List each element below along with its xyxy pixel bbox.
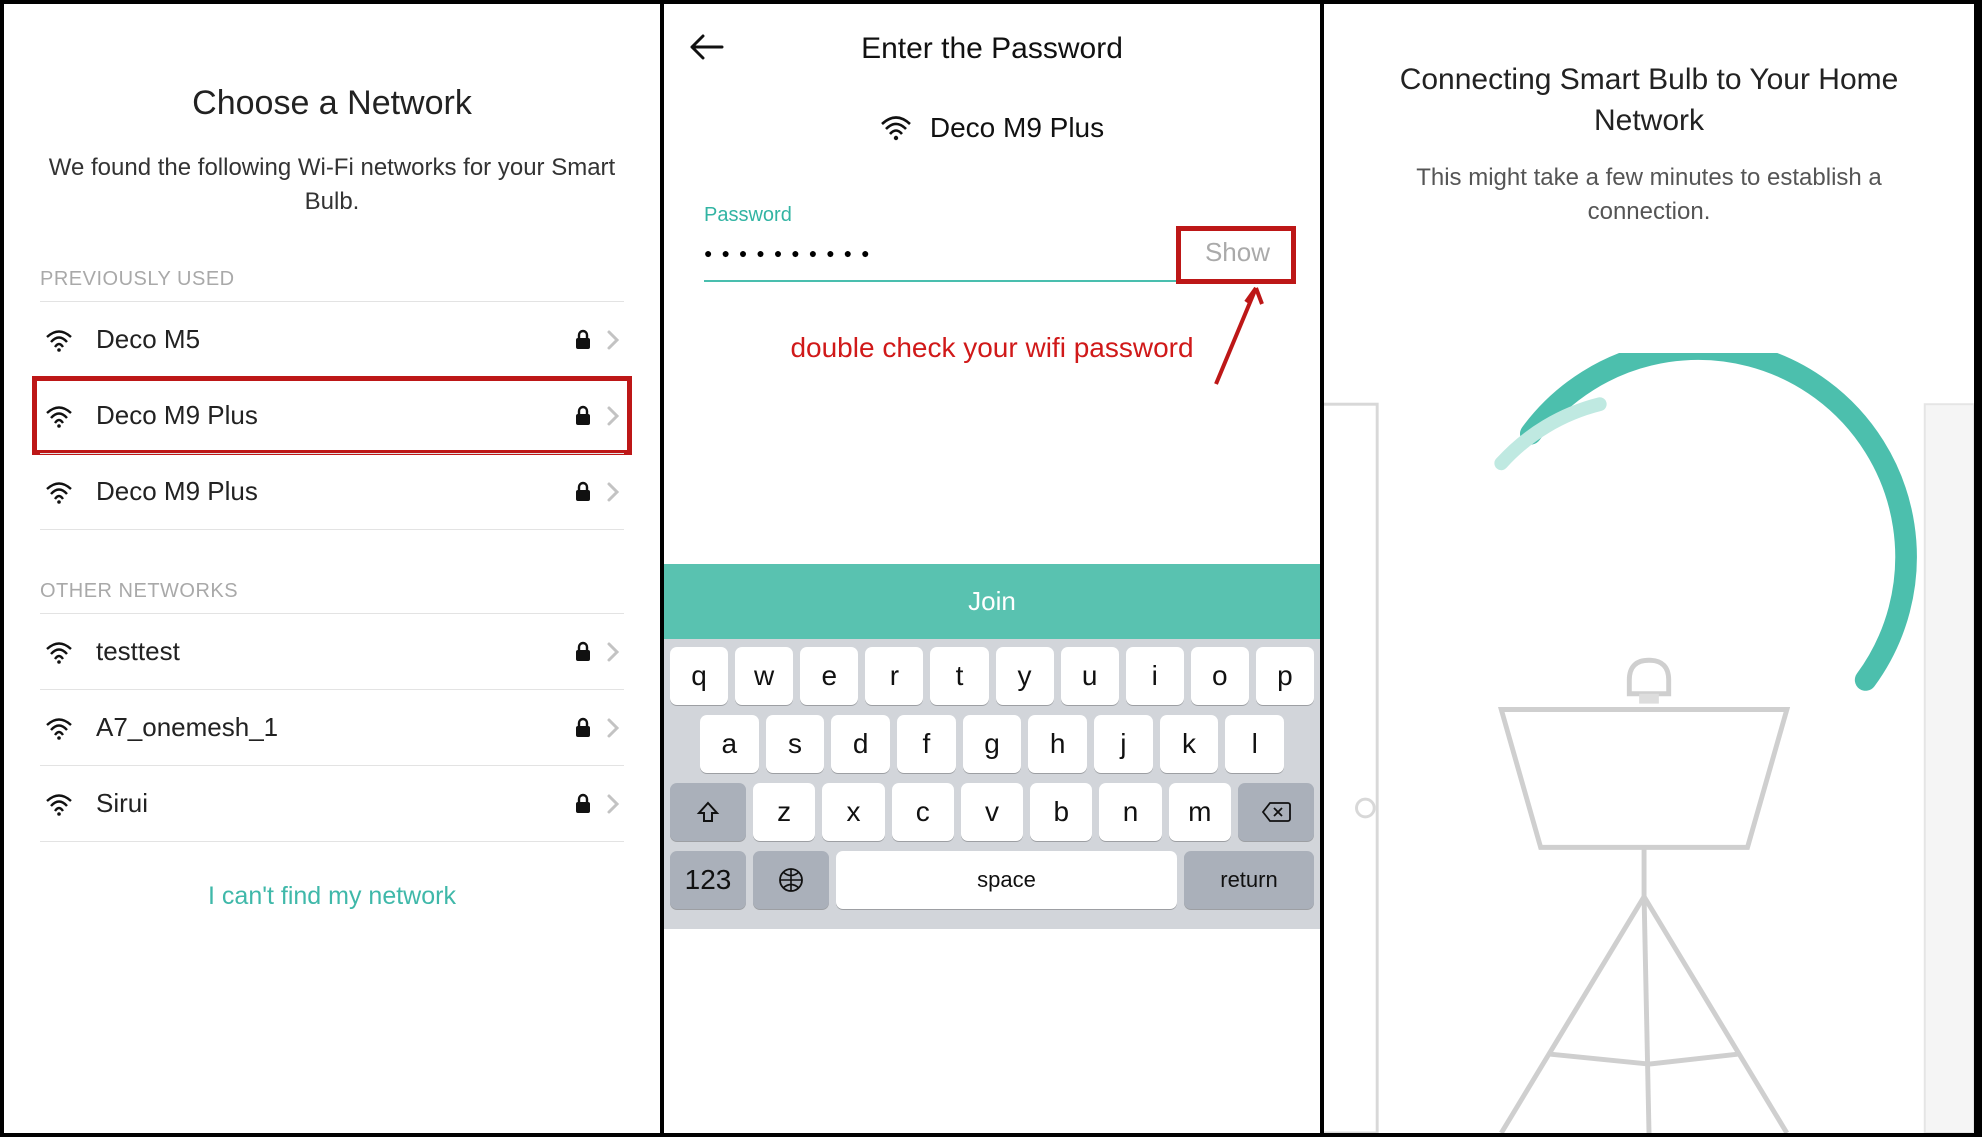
key-backspace[interactable] bbox=[1238, 783, 1314, 841]
show-password-button[interactable]: Show bbox=[1195, 235, 1280, 270]
enter-password-screen: Enter the Password Deco M9 Plus Password… bbox=[664, 4, 1324, 1133]
network-name: Deco M5 bbox=[96, 324, 574, 355]
connecting-screen: Connecting Smart Bulb to Your Home Netwo… bbox=[1324, 4, 1978, 1133]
join-button[interactable]: Join bbox=[664, 564, 1320, 639]
wifi-icon bbox=[44, 480, 74, 504]
page-title: Choose a Network bbox=[40, 84, 624, 123]
chevron-right-icon bbox=[606, 329, 620, 351]
key-d[interactable]: d bbox=[831, 715, 890, 773]
ssid-name: Deco M9 Plus bbox=[930, 112, 1104, 144]
back-button[interactable] bbox=[690, 34, 724, 60]
key-t[interactable]: t bbox=[930, 647, 988, 705]
wifi-icon bbox=[44, 640, 74, 664]
password-label: Password bbox=[704, 204, 1280, 227]
key-h[interactable]: h bbox=[1028, 715, 1087, 773]
annotation-text: double check your wifi password bbox=[704, 332, 1280, 364]
chevron-right-icon bbox=[606, 717, 620, 739]
key-p[interactable]: p bbox=[1256, 647, 1314, 705]
shift-icon bbox=[696, 800, 720, 824]
page-title: Enter the Password bbox=[861, 32, 1123, 66]
backspace-icon bbox=[1261, 801, 1291, 823]
password-input[interactable]: ●●●●●●●●●● bbox=[704, 245, 1195, 261]
key-u[interactable]: u bbox=[1061, 647, 1119, 705]
chevron-right-icon bbox=[606, 481, 620, 503]
choose-network-screen: Choose a Network We found the following … bbox=[4, 4, 664, 1133]
cant-find-network-link[interactable]: I can't find my network bbox=[40, 882, 624, 911]
password-field-block: Password ●●●●●●●●●● Show double check yo… bbox=[664, 204, 1320, 364]
wifi-icon bbox=[44, 404, 74, 428]
key-123[interactable]: 123 bbox=[670, 851, 746, 909]
chevron-right-icon bbox=[606, 405, 620, 427]
key-w[interactable]: w bbox=[735, 647, 793, 705]
key-m[interactable]: m bbox=[1169, 783, 1231, 841]
wifi-icon bbox=[44, 792, 74, 816]
wifi-icon bbox=[44, 716, 74, 740]
network-name: Deco M9 Plus bbox=[96, 400, 574, 431]
lock-icon bbox=[574, 641, 592, 663]
page-subtitle: This might take a few minutes to establi… bbox=[1364, 161, 1934, 228]
lock-icon bbox=[574, 793, 592, 815]
key-space[interactable]: space bbox=[836, 851, 1177, 909]
chevron-right-icon bbox=[606, 793, 620, 815]
network-name: Sirui bbox=[96, 788, 574, 819]
network-row[interactable]: testtest bbox=[40, 613, 624, 689]
wifi-icon bbox=[44, 328, 74, 352]
wifi-icon bbox=[880, 115, 912, 141]
key-o[interactable]: o bbox=[1191, 647, 1249, 705]
key-x[interactable]: x bbox=[822, 783, 884, 841]
key-s[interactable]: s bbox=[766, 715, 825, 773]
lock-icon bbox=[574, 717, 592, 739]
arrow-left-icon bbox=[690, 34, 724, 60]
key-return[interactable]: return bbox=[1184, 851, 1314, 909]
key-r[interactable]: r bbox=[865, 647, 923, 705]
network-list-previous: Deco M5 Deco M9 Plus Deco M9 Plus bbox=[40, 301, 624, 530]
network-list-other: testtest A7_onemesh_1 Sirui bbox=[40, 613, 624, 842]
key-i[interactable]: i bbox=[1126, 647, 1184, 705]
key-z[interactable]: z bbox=[753, 783, 815, 841]
key-c[interactable]: c bbox=[892, 783, 954, 841]
lock-icon bbox=[574, 481, 592, 503]
key-b[interactable]: b bbox=[1030, 783, 1092, 841]
keyboard: qwertyuiop asdfghjkl zxcvbnm 123 space r… bbox=[664, 639, 1320, 929]
page-subtitle: We found the following Wi-Fi networks fo… bbox=[40, 151, 624, 218]
key-j[interactable]: j bbox=[1094, 715, 1153, 773]
network-name: Deco M9 Plus bbox=[96, 476, 574, 507]
key-e[interactable]: e bbox=[800, 647, 858, 705]
network-name: A7_onemesh_1 bbox=[96, 712, 574, 743]
chevron-right-icon bbox=[606, 641, 620, 663]
key-y[interactable]: y bbox=[996, 647, 1054, 705]
network-row[interactable]: Sirui bbox=[40, 765, 624, 842]
key-globe[interactable] bbox=[753, 851, 829, 909]
network-row[interactable]: Deco M9 Plus bbox=[40, 453, 624, 530]
section-previously-used: PREVIOUSLY USED bbox=[40, 268, 624, 291]
globe-icon bbox=[778, 867, 804, 893]
key-a[interactable]: a bbox=[700, 715, 759, 773]
key-n[interactable]: n bbox=[1099, 783, 1161, 841]
lock-icon bbox=[574, 329, 592, 351]
key-g[interactable]: g bbox=[963, 715, 1022, 773]
connecting-illustration bbox=[1324, 353, 1974, 1133]
annotation-arrow bbox=[1206, 284, 1266, 394]
network-row[interactable]: Deco M9 Plus bbox=[40, 377, 624, 453]
network-row[interactable]: Deco M5 bbox=[40, 301, 624, 377]
key-f[interactable]: f bbox=[897, 715, 956, 773]
key-shift[interactable] bbox=[670, 783, 746, 841]
network-name: testtest bbox=[96, 636, 574, 667]
network-row[interactable]: A7_onemesh_1 bbox=[40, 689, 624, 765]
key-q[interactable]: q bbox=[670, 647, 728, 705]
page-title: Connecting Smart Bulb to Your Home Netwo… bbox=[1364, 60, 1934, 141]
key-v[interactable]: v bbox=[961, 783, 1023, 841]
section-other-networks: OTHER NETWORKS bbox=[40, 580, 624, 603]
selected-network: Deco M9 Plus bbox=[664, 112, 1320, 144]
lock-icon bbox=[574, 405, 592, 427]
key-k[interactable]: k bbox=[1160, 715, 1219, 773]
key-l[interactable]: l bbox=[1225, 715, 1284, 773]
